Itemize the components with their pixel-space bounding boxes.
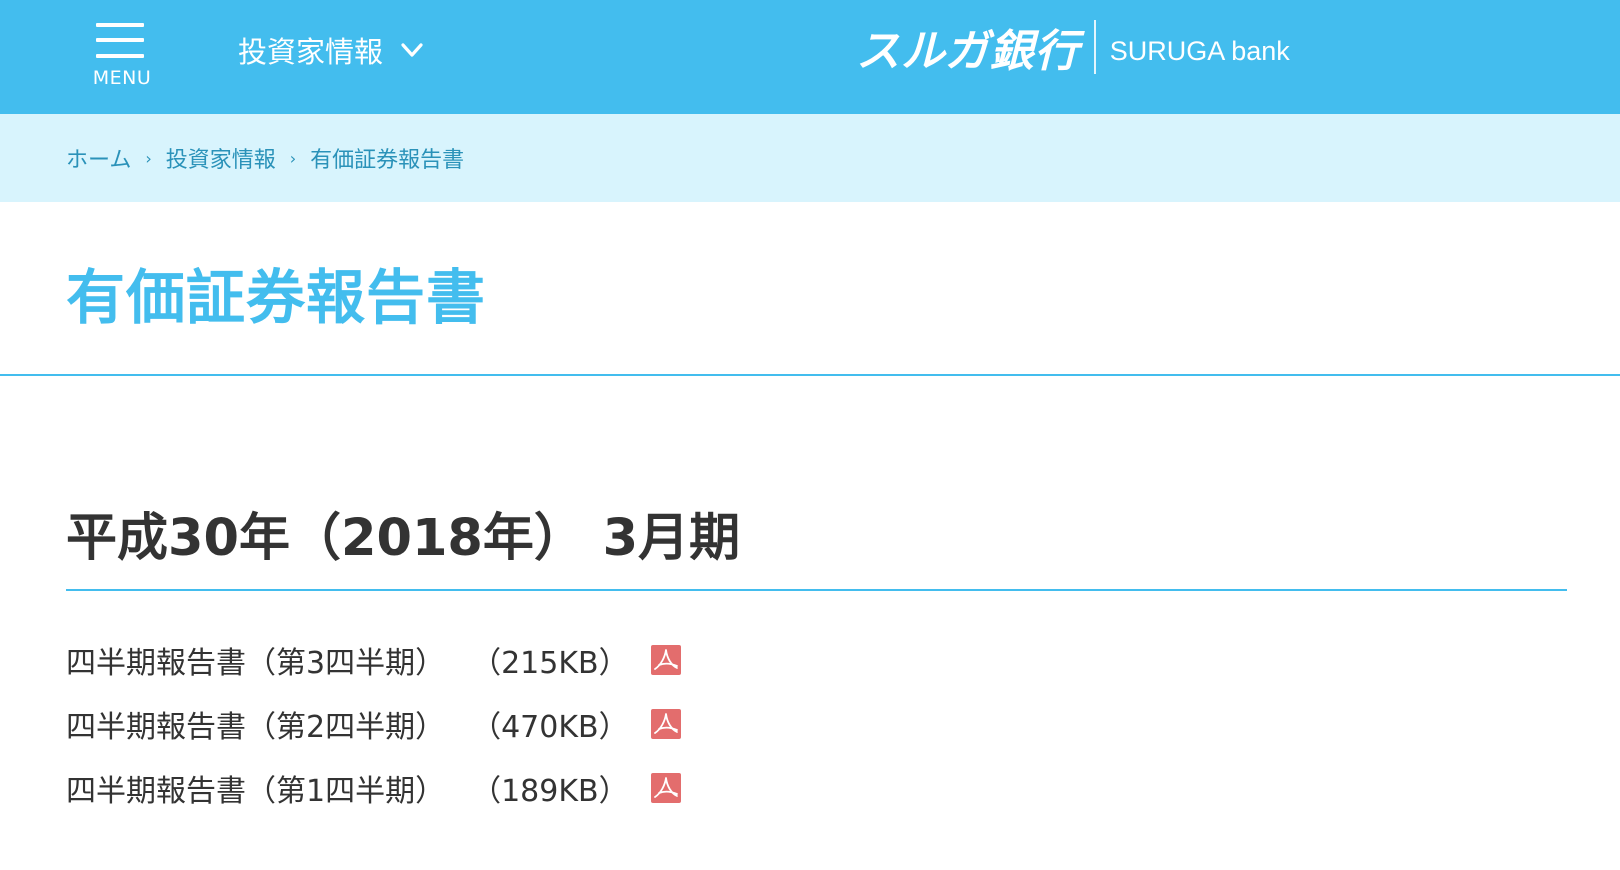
investor-info-dropdown-label: 投資家情報 <box>238 35 384 69</box>
document-list: 四半期報告書（第3四半期） （215KB） 四半期報告書（第2四半期） （470… <box>66 638 681 830</box>
quarterly-report-q1-link[interactable]: 四半期報告書（第1四半期） （189KB） <box>66 766 681 810</box>
breadcrumb-home-link[interactable]: ホーム <box>66 142 131 174</box>
hamburger-icon <box>96 18 144 58</box>
page-title-divider <box>0 374 1620 376</box>
list-item: 四半期報告書（第2四半期） （470KB） <box>66 702 681 766</box>
site-header: MENU 投資家情報 スルガ銀行 SURUGA bank <box>0 0 1620 114</box>
logo-japanese-text: スルガ銀行 <box>856 26 1080 77</box>
file-size: （470KB） <box>471 710 629 745</box>
logo-divider <box>1093 20 1096 74</box>
pdf-icon <box>650 709 681 739</box>
breadcrumb-investor-info-link[interactable]: 投資家情報 <box>166 142 276 174</box>
pdf-icon <box>650 645 681 675</box>
section-divider <box>66 589 1567 591</box>
file-size: （215KB） <box>471 646 629 681</box>
quarterly-report-q3-link[interactable]: 四半期報告書（第3四半期） （215KB） <box>66 638 681 682</box>
document-title: 四半期報告書（第1四半期） <box>66 774 446 809</box>
breadcrumb-current-page: 有価証券報告書 <box>310 148 465 173</box>
logo-english-text: SURUGA bank <box>1109 35 1290 66</box>
document-title: 四半期報告書（第2四半期） <box>66 710 446 745</box>
chevron-down-icon <box>401 43 423 57</box>
breadcrumb-separator-icon: › <box>289 148 297 168</box>
pdf-icon <box>650 773 681 803</box>
investor-info-dropdown[interactable]: 投資家情報 <box>238 28 425 72</box>
suruga-bank-logo[interactable]: スルガ銀行 SURUGA bank <box>856 18 1290 77</box>
document-title: 四半期報告書（第3四半期） <box>66 646 446 681</box>
fiscal-period-heading: 平成30年（2018年） 3月期 <box>66 509 741 568</box>
breadcrumb: ホーム › 投資家情報 › 有価証券報告書 <box>0 114 1620 202</box>
page-title: 有価証券報告書 <box>66 263 487 332</box>
menu-label: MENU <box>92 67 152 89</box>
menu-button[interactable]: MENU <box>88 12 158 96</box>
list-item: 四半期報告書（第3四半期） （215KB） <box>66 638 681 702</box>
quarterly-report-q2-link[interactable]: 四半期報告書（第2四半期） （470KB） <box>66 702 681 746</box>
breadcrumb-separator-icon: › <box>145 148 152 168</box>
file-size: （189KB） <box>471 774 629 809</box>
list-item: 四半期報告書（第1四半期） （189KB） <box>66 766 681 830</box>
